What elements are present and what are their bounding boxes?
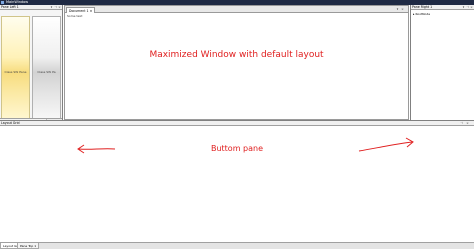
document-area: Document 1 × ▾ × Some text Maximized Win… <box>64 5 409 120</box>
tab-close-icon[interactable]: × <box>90 9 93 13</box>
dropdown-icon[interactable]: ▾ <box>462 6 465 9</box>
pin-icon[interactable]: ⊣ <box>460 122 463 125</box>
left-pane-title: Pane Left 1 <box>1 5 19 9</box>
dropdown-icon[interactable]: ▾ <box>50 6 53 9</box>
document-tab-label: Document 1 <box>69 9 89 13</box>
left-arrow-icon <box>77 144 116 154</box>
right-pane: Pane Right 1 ▾ ⊣ × ▸ RootNode <box>410 5 474 120</box>
gray-panel-label: Class SW Pa <box>37 70 56 74</box>
pin-icon[interactable]: ⊣ <box>54 6 57 9</box>
bottom-pane-header: Layout Grid <box>0 121 474 126</box>
bottom-tabstrip: Layout Grid Pane Top 1 <box>0 242 474 249</box>
close-icon[interactable]: × <box>470 6 473 9</box>
close-icon[interactable]: × <box>58 6 61 9</box>
yellow-panel-label: Class SW Pane <box>4 70 27 74</box>
gray-panel[interactable]: Class SW Pa <box>32 16 61 119</box>
dropdown-icon[interactable]: ▾ <box>396 8 399 11</box>
left-pane: Pane Left 1 ▾ ⊣ × Class SW Pane Class SW… <box>0 5 63 124</box>
tree-node-label: RootNode <box>415 12 431 16</box>
document-text[interactable]: Some text <box>67 14 82 18</box>
document-tabstrip: Document 1 × ▾ × <box>65 6 408 13</box>
bottom-pane-title: Layout Grid <box>1 121 20 125</box>
app-icon <box>1 1 4 4</box>
yellow-panel[interactable]: Class SW Pane <box>1 16 30 119</box>
bottom-pane: Layout Grid ⊣ × Buttom pane <box>0 120 474 242</box>
tab-pane-top-1[interactable]: Pane Top 1 <box>17 243 40 249</box>
close-icon[interactable]: × <box>466 122 469 125</box>
pin-icon[interactable]: ⊣ <box>466 6 469 9</box>
right-arrow-icon <box>358 137 414 152</box>
tree-node[interactable]: ▸ RootNode <box>413 12 430 16</box>
close-icon[interactable]: × <box>401 8 404 11</box>
right-pane-title: Pane Right 1 <box>412 5 433 9</box>
document-annotation: Maximized Window with default layout <box>149 50 324 60</box>
tab-document-1[interactable]: Document 1 × <box>66 7 96 13</box>
